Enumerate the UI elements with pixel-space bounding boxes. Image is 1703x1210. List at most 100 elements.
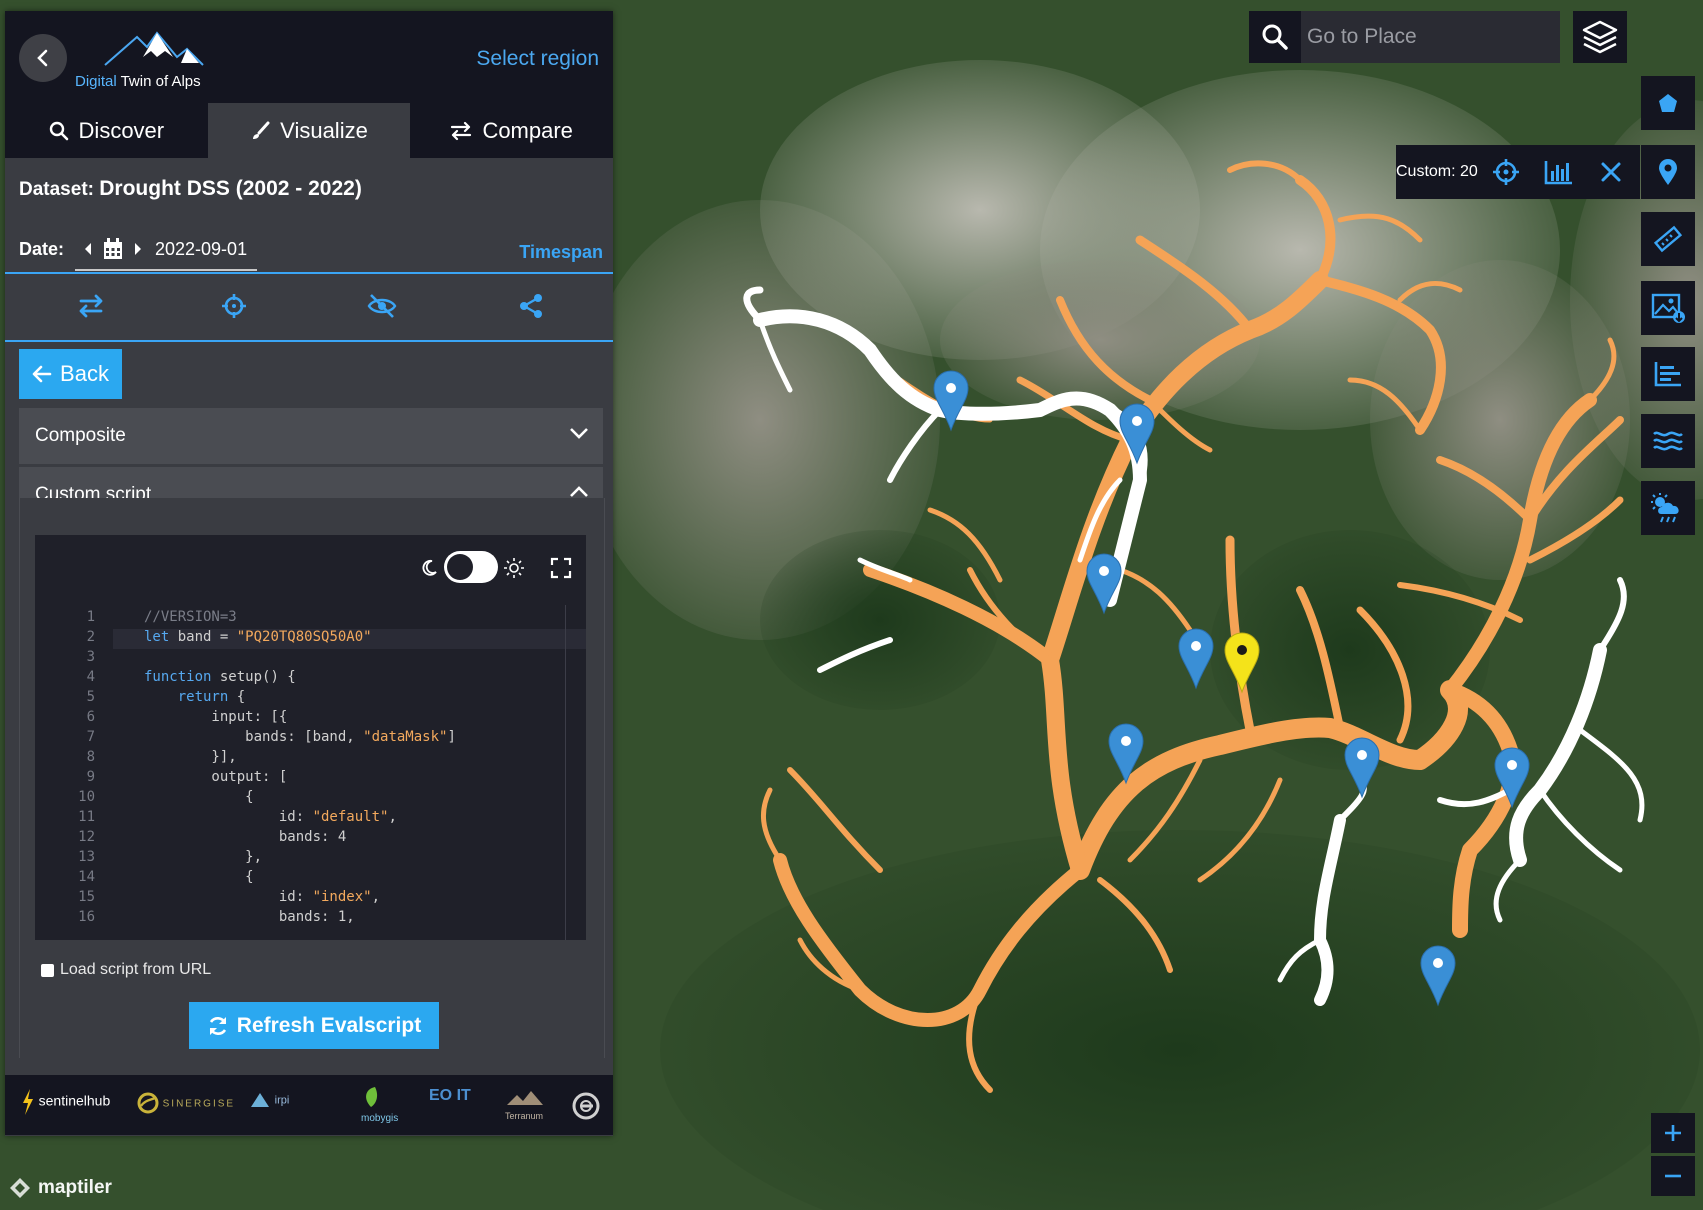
date-row: Date: 2022-09-01 Timespan — [19, 233, 603, 273]
accordion-label: Composite — [35, 425, 126, 446]
date-picker[interactable]: 2022-09-01 — [75, 233, 257, 271]
search-button[interactable] — [1249, 11, 1301, 63]
dataset-name: Drought DSS (2002 - 2022) — [99, 177, 362, 200]
layers-icon — [1582, 20, 1618, 54]
irpi-mark-icon — [251, 1093, 269, 1107]
search-icon — [1262, 24, 1288, 50]
zoom-out-button[interactable] — [1651, 1156, 1695, 1196]
ruler-icon — [1653, 225, 1683, 253]
terranum-logo[interactable]: Terranum — [505, 1089, 545, 1122]
line-number: 5 — [86, 689, 95, 705]
refresh-label: Refresh Evalscript — [236, 1013, 422, 1037]
main-tabs: Discover Visualize Compare — [5, 103, 613, 158]
maptiler-attribution[interactable]: maptiler — [8, 1176, 112, 1200]
tab-compare[interactable]: Compare — [410, 103, 613, 158]
load-url-label: Load script from URL — [60, 961, 212, 978]
dataset-row: Dataset: Drought DSS (2002 - 2022) — [19, 177, 362, 201]
back-button[interactable]: Back — [19, 349, 122, 399]
date-value: 2022-09-01 — [155, 239, 248, 259]
arrow-left-icon — [32, 365, 52, 383]
mountain-logo-icon — [104, 31, 204, 66]
chevron-up-icon — [570, 486, 588, 497]
code-line: bands: [band, "dataMask"] — [144, 729, 456, 745]
eoit-logo[interactable]: EO IT — [429, 1087, 471, 1105]
layers-button[interactable] — [1573, 11, 1627, 63]
theme-toggle[interactable] — [444, 551, 498, 583]
sinergise-mark-icon — [137, 1092, 159, 1114]
close-panel-button[interactable] — [19, 34, 67, 82]
close-icon[interactable] — [1600, 161, 1622, 183]
sun-icon — [504, 558, 524, 578]
code-area[interactable]: 1 //VERSION=3 2 let band = "PQ20TQ80SQ50A0"… — [35, 605, 586, 940]
water-layer-button[interactable] — [1641, 414, 1695, 468]
minus-icon — [1665, 1174, 1681, 1178]
sinergise-logo[interactable]: SINERGISE — [137, 1092, 235, 1114]
tab-discover[interactable]: Discover — [5, 103, 208, 158]
share-icon[interactable] — [516, 291, 546, 321]
line-number: 16 — [78, 909, 95, 925]
calendar-icon[interactable] — [103, 238, 123, 260]
visualization-toolbar — [5, 272, 613, 342]
code-line: let band = "PQ20TQ80SQ50A0" — [144, 629, 372, 645]
bar-chart-icon[interactable] — [1544, 159, 1574, 185]
chevron-left-icon — [37, 49, 48, 67]
timespan-link[interactable]: Timespan — [519, 242, 603, 263]
line-number: 3 — [86, 649, 95, 665]
eye-slash-icon[interactable] — [367, 291, 397, 321]
image-download-button[interactable] — [1641, 281, 1695, 335]
code-line: bands: 1, — [144, 909, 355, 925]
composite-accordion[interactable]: Composite — [19, 408, 603, 464]
line-number: 15 — [78, 889, 95, 905]
caret-right-icon[interactable] — [133, 242, 143, 256]
esa-logo-icon[interactable] — [571, 1091, 601, 1121]
fullscreen-icon[interactable] — [550, 557, 572, 579]
tab-visualize[interactable]: Visualize — [207, 103, 411, 158]
partner-logos: sentinelhub SINERGISE irpi mobygis EO IT… — [5, 1075, 613, 1135]
measure-button[interactable] — [1641, 212, 1695, 266]
code-line: }], — [144, 749, 237, 765]
logo-suffix: Twin of Alps — [120, 73, 201, 90]
code-line: function setup() { — [144, 669, 296, 685]
panel-header: Digital Twin of Alps Select region — [5, 11, 613, 103]
swap-icon[interactable] — [76, 291, 106, 321]
code-line: }, — [144, 849, 263, 865]
line-number: 6 — [86, 709, 95, 725]
weather-button[interactable] — [1641, 481, 1695, 535]
load-url-checkbox[interactable] — [41, 963, 54, 977]
plus-icon — [1665, 1125, 1681, 1141]
caret-left-icon[interactable] — [83, 242, 93, 256]
code-line: return { — [177, 689, 246, 705]
image-download-icon — [1651, 293, 1685, 323]
place-marker-button[interactable] — [1641, 145, 1695, 199]
terranum-mark-icon — [507, 1091, 543, 1105]
crosshair-icon[interactable] — [1492, 158, 1520, 186]
refresh-icon — [209, 1016, 226, 1035]
leaf-icon — [366, 1087, 378, 1107]
tab-label: Visualize — [280, 117, 368, 143]
sentinelhub-logo[interactable]: sentinelhub — [21, 1089, 110, 1115]
zoom-in-button[interactable] — [1651, 1113, 1695, 1153]
logo-prefix: Digital — [75, 73, 117, 90]
line-number: 13 — [78, 849, 95, 865]
crosshair-icon[interactable] — [219, 291, 249, 321]
cloud-sun-rain-icon — [1651, 493, 1679, 523]
app-logo: Digital Twin of Alps — [75, 27, 225, 97]
select-region-link[interactable]: Select region — [476, 47, 599, 71]
draw-polygon-button[interactable] — [1641, 76, 1695, 130]
mobygis-logo[interactable]: mobygis — [361, 1085, 398, 1124]
code-editor[interactable]: 1 //VERSION=3 2 let band = "PQ20TQ80SQ50A0"… — [35, 535, 586, 940]
line-number: 12 — [78, 829, 95, 845]
irpi-logo[interactable]: irpi — [249, 1091, 289, 1109]
refresh-evalscript-button[interactable]: Refresh Evalscript — [189, 1002, 439, 1049]
chevron-down-icon — [570, 428, 588, 439]
tab-label: Compare — [482, 117, 573, 143]
search-input[interactable] — [1301, 11, 1560, 63]
code-line: id: "default", — [144, 809, 397, 825]
date-label: Date: — [19, 239, 65, 259]
line-number: 1 — [86, 609, 95, 625]
editor-scrollbar[interactable] — [565, 605, 586, 940]
load-url-checkbox-row[interactable]: Load script from URL — [41, 961, 211, 979]
logo-text: Digital Twin of Alps — [75, 73, 201, 90]
statistics-button[interactable] — [1641, 347, 1695, 401]
code-line: //VERSION=3 — [144, 609, 237, 625]
